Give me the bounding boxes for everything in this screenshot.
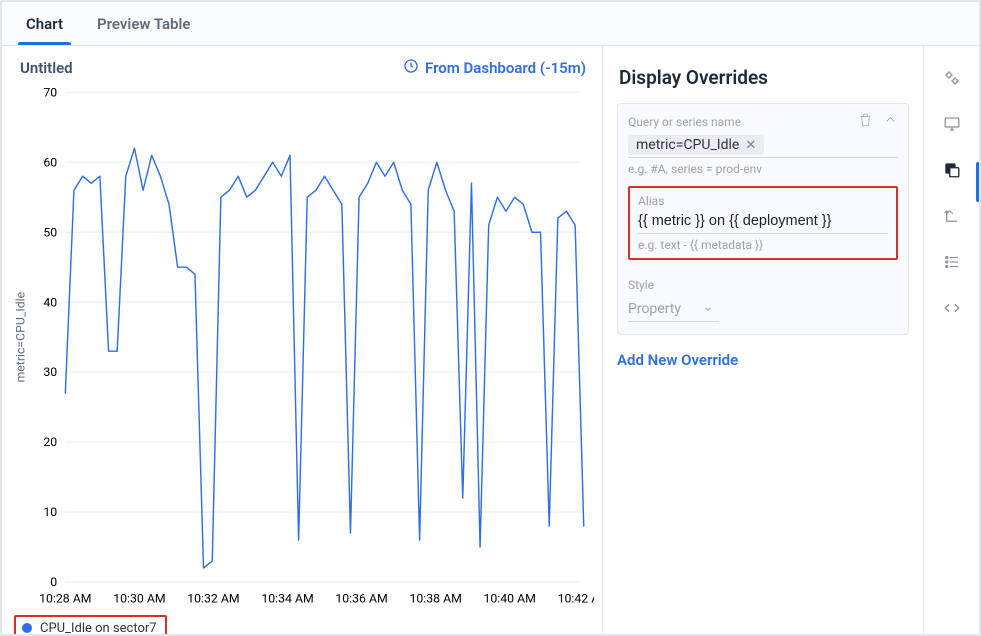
svg-text:10:38 AM: 10:38 AM (409, 593, 461, 607)
svg-text:10:34 AM: 10:34 AM (261, 593, 313, 607)
rail-settings[interactable] (942, 68, 962, 88)
gear-icon (943, 69, 961, 87)
time-range-picker[interactable]: From Dashboard (-15m) (403, 58, 586, 78)
chart-panel: Untitled From Dashboard (-15m) 0 10 20 30 40… (2, 46, 603, 634)
svg-text:10:36 AM: 10:36 AM (335, 593, 387, 607)
rail-legend[interactable] (942, 252, 962, 272)
chart-title: Untitled (20, 59, 73, 77)
svg-text:10: 10 (43, 506, 57, 520)
clock-icon (403, 58, 419, 78)
chip-text: metric=CPU_Idle (636, 137, 739, 153)
svg-text:60: 60 (43, 156, 57, 170)
override-card: Query or series name metric=CPU_Idle ✕ (617, 103, 909, 335)
duplicate-icon (943, 161, 961, 179)
style-property-select[interactable]: Property (628, 299, 719, 322)
svg-text:10:40 AM: 10:40 AM (484, 593, 536, 607)
legend-label: CPU_Idle on sector7 (40, 621, 157, 636)
svg-text:10:32 AM: 10:32 AM (187, 593, 239, 607)
rail-code[interactable] (942, 298, 962, 318)
svg-text:0: 0 (50, 576, 57, 590)
panel-heading: Display Overrides (619, 66, 907, 89)
svg-text:10:42 AM: 10:42 AM (558, 593, 594, 607)
chevron-down-icon (703, 304, 713, 314)
tab-bar: Chart Preview Table (2, 2, 979, 46)
monitor-icon (943, 115, 961, 133)
style-select-placeholder: Property (628, 301, 681, 317)
list-icon (943, 253, 961, 271)
style-label: Style (628, 278, 654, 292)
right-icon-rail (923, 46, 979, 634)
app-frame: Chart Preview Table Untitled From Dashbo… (0, 0, 981, 636)
legend-item[interactable]: CPU_Idle on sector7 (14, 615, 167, 636)
axes-icon (943, 207, 961, 225)
time-range-label: From Dashboard (-15m) (425, 59, 586, 77)
svg-text:70: 70 (43, 86, 57, 100)
rail-active-indicator (976, 162, 979, 202)
alias-hint: e.g. text - {{ metadata }} (638, 238, 888, 252)
rail-axes[interactable] (942, 206, 962, 226)
query-hint: e.g. #A, series = prod-env (628, 162, 898, 176)
rail-display[interactable] (942, 114, 962, 134)
remove-chip-button[interactable]: ✕ (745, 138, 756, 153)
svg-text:20: 20 (43, 436, 57, 450)
tab-chart[interactable]: Chart (12, 5, 77, 45)
delete-override-button[interactable] (858, 112, 873, 131)
series-filter-chip[interactable]: metric=CPU_Idle ✕ (628, 135, 764, 155)
alias-input[interactable] (638, 211, 888, 234)
svg-text:10:30 AM: 10:30 AM (113, 593, 165, 607)
alias-label: Alias (638, 194, 888, 208)
svg-text:50: 50 (43, 226, 57, 240)
svg-text:metric=CPU_Idle: metric=CPU_Idle (14, 291, 28, 382)
svg-text:30: 30 (43, 366, 57, 380)
legend-color-swatch (22, 623, 32, 633)
chart-canvas[interactable]: 0 10 20 30 40 50 60 70 metric=CPU_Idle 10:28 AM 10… (10, 80, 594, 613)
alias-section: Alias e.g. text - {{ metadata }} (628, 186, 898, 260)
tab-preview-table[interactable]: Preview Table (83, 5, 204, 45)
display-overrides-panel: Display Overrides Query or series name (603, 46, 923, 634)
rail-overrides[interactable] (942, 160, 962, 180)
collapse-override-button[interactable] (883, 112, 898, 131)
svg-text:10:28 AM: 10:28 AM (39, 593, 91, 607)
query-label: Query or series name (628, 115, 741, 129)
code-icon (943, 299, 961, 317)
add-override-button[interactable]: Add New Override (617, 351, 909, 369)
svg-text:40: 40 (43, 296, 57, 310)
